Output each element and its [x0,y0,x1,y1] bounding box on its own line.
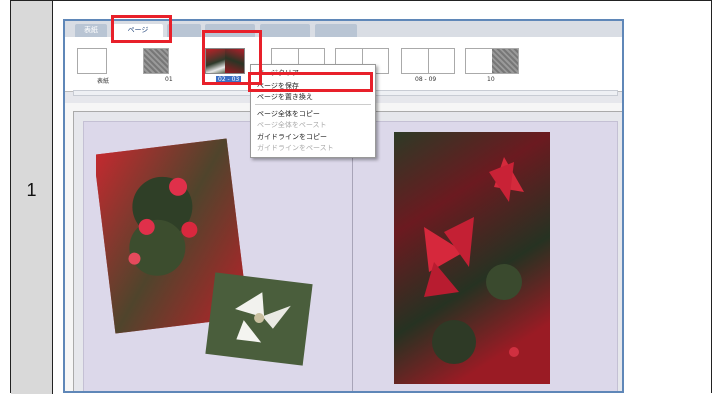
thumbnail-label: 表紙 [97,78,110,85]
thumbnail-label: 08 - 09 [415,76,437,83]
photo-red-lilies[interactable] [394,132,550,384]
highlight-save-page-item [248,72,373,92]
spread-spine [352,122,353,391]
vertical-ruler [65,111,74,391]
menu-item-copy-whole-page[interactable]: ページ全体をコピー [257,109,320,119]
thumbnail-10[interactable] [465,48,519,74]
thumbnail-label: 10 [487,76,495,83]
tab-6[interactable] [315,24,357,37]
tab-5[interactable] [260,24,310,37]
menu-item-paste-whole-page[interactable]: ページ全体をペースト [257,120,327,130]
step-number-cell: 1 [11,1,53,394]
thumbnail-01[interactable] [143,48,169,74]
menu-item-paste-guidelines[interactable]: ガイドラインをペースト [257,143,334,153]
highlight-page-tab [111,15,172,43]
tab-cover[interactable]: 表紙 [75,24,107,37]
step-number: 1 [26,180,37,200]
thumbnail-label: 01 [165,76,173,83]
page-spread-canvas[interactable] [83,121,618,391]
tab-3[interactable] [167,24,201,37]
menu-separator [255,104,371,105]
photo-white-lily[interactable] [204,272,314,367]
menu-item-replace-page[interactable]: ページを置き換え [257,92,313,102]
thumbnail-08-09[interactable] [401,48,455,74]
menu-item-copy-guidelines[interactable]: ガイドラインをコピー [257,132,327,142]
thumbnail-cover[interactable] [77,48,107,74]
